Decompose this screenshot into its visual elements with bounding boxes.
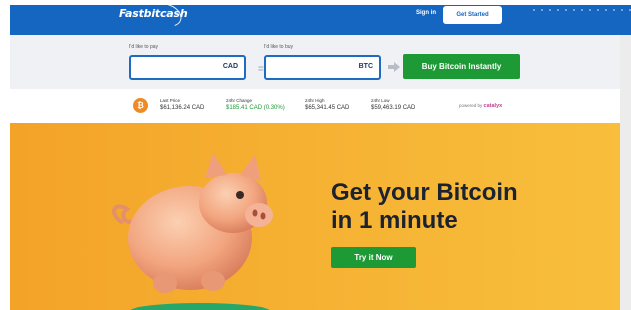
get-started-button[interactable]: Get Started [443,6,502,24]
buy-label: I'd like to buy [264,44,294,50]
top-nav [10,5,631,35]
piggy-bank-illustration [112,153,273,310]
stat-label: 24hr Change [226,98,253,103]
hero-title-line1: Get your Bitcoin [331,179,518,206]
bitcoin-icon: ₿ [133,98,148,113]
signin-link[interactable]: Sign in [416,10,436,16]
stat-last-price: Last Price $61,136.24 CAD [160,97,204,113]
right-edge [620,35,631,310]
buy-currency[interactable]: BTC [359,63,373,70]
page: Fastbitcash Sign in Get Started I'd like… [0,0,631,310]
converter-bar: I'd like to pay CAD = I'd like to buy BT… [10,35,631,89]
powered-by-label: powered by [459,103,483,108]
pay-currency[interactable]: CAD [223,63,238,70]
hero-title: Get your Bitcoin in 1 minute [331,179,518,235]
buy-bitcoin-button[interactable]: Buy Bitcoin Instantly [403,54,520,79]
stat-value: $61,136.24 CAD [160,105,205,111]
equals-sign: = [258,64,264,75]
stat-24hr-low: 24hr Low $59,463.19 CAD [371,97,415,113]
pay-label: I'd like to pay [129,44,159,50]
stat-label: 24hr High [305,98,325,103]
hero-section: Get your Bitcoin in 1 minute Try it Now [10,123,631,310]
stat-24hr-high: 24hr High $65,341.45 CAD [305,97,349,113]
catalyx-logo: catalyx [483,103,503,109]
stat-label: 24hr Low [371,98,390,103]
stat-24hr-change: 24hr Change $185.41 CAD (0.30%) [226,97,285,113]
buy-amount-input[interactable]: BTC [264,55,381,80]
stat-label: Last Price [160,98,181,103]
pay-amount-input[interactable]: CAD [129,55,246,80]
decorative-dots [530,8,631,12]
hero-title-line2: in 1 minute [331,207,458,234]
stat-value: $185.41 CAD (0.30%) [226,105,285,111]
stat-value: $59,463.19 CAD [371,105,416,111]
arrow-right-icon [388,62,400,72]
stat-value: $65,341.45 CAD [305,105,350,111]
try-it-now-button[interactable]: Try it Now [331,247,416,268]
price-stats: ₿ Last Price $61,136.24 CAD 24hr Change … [10,89,631,123]
powered-by[interactable]: powered by catalyx [459,103,502,109]
